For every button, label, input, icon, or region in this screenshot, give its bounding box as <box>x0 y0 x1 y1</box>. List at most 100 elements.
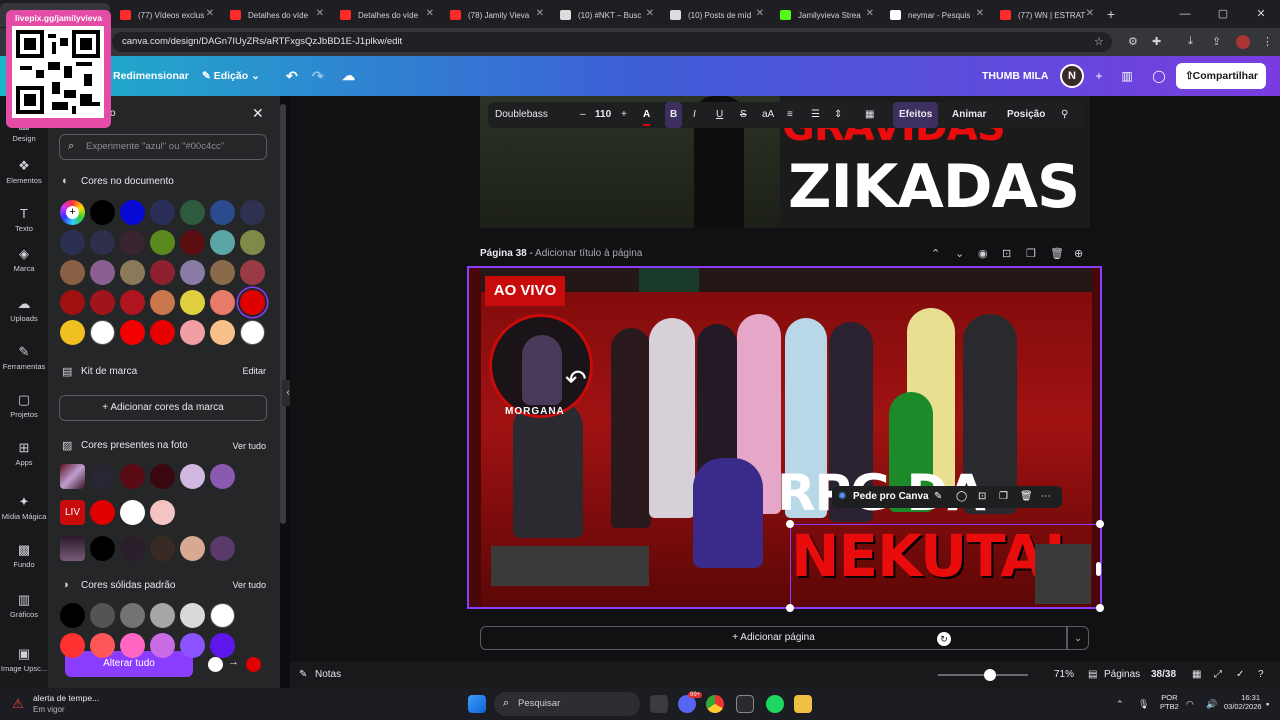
photo-color-swatch[interactable] <box>90 464 115 489</box>
chrome-icon[interactable] <box>706 695 724 713</box>
solid-color-swatch[interactable] <box>60 633 85 658</box>
wifi-icon[interactable]: ◠ <box>1186 688 1194 720</box>
hide-page-icon[interactable]: ◉ <box>978 247 988 260</box>
solid-color-swatch[interactable] <box>210 603 235 628</box>
document-color-swatch[interactable] <box>150 230 175 255</box>
grid-view-icon[interactable]: ▦ <box>1192 662 1201 688</box>
photo-color-swatch[interactable] <box>120 464 145 489</box>
document-color-swatch[interactable] <box>240 260 265 285</box>
help-icon[interactable]: ? <box>1258 662 1264 688</box>
puzzle-icon[interactable]: ✚ <box>1152 35 1161 48</box>
document-color-swatch[interactable] <box>90 230 115 255</box>
rail-item[interactable]: ⊞ Apps <box>0 440 48 467</box>
browser-tab[interactable]: Detalhes do víde ✕ <box>330 3 440 27</box>
text-color-icon[interactable]: A <box>643 104 651 126</box>
tab-close-icon[interactable]: ✕ <box>1086 8 1094 19</box>
browser-tab[interactable]: (77) WN | ESTRAT ✕ <box>990 3 1100 27</box>
ask-canva-button[interactable]: Pede pro Canva <box>853 486 929 508</box>
rail-item[interactable]: ❖ Elementos <box>0 158 48 185</box>
more-options-icon[interactable]: ⋯ <box>1041 486 1051 508</box>
share-button[interactable]: ⇧ Compartilhar <box>1176 63 1266 89</box>
animate-button[interactable]: Animar <box>952 102 986 128</box>
refresh-icon[interactable]: ↻ <box>937 632 951 646</box>
browser-tab[interactable]: (10) Posts de míd ✕ <box>660 3 770 27</box>
copy-style-icon[interactable]: ⚲ <box>1061 102 1068 128</box>
list-icon[interactable]: ☰ <box>811 102 820 128</box>
solid-color-swatch[interactable] <box>90 633 115 658</box>
rail-item[interactable]: ◈ Marca <box>0 246 48 273</box>
document-color-swatch[interactable] <box>240 200 265 225</box>
document-color-swatch[interactable] <box>210 290 235 315</box>
redo-icon[interactable]: ↷ <box>312 56 324 96</box>
underline-icon[interactable]: U <box>716 102 723 128</box>
rail-item[interactable]: ▩ Fundo <box>0 542 48 569</box>
clock[interactable]: 16:31 03/02/2026 <box>1224 693 1262 711</box>
photo-color-swatch[interactable] <box>90 536 115 561</box>
text-selection-box[interactable] <box>790 524 1101 609</box>
strikethrough-icon[interactable]: S <box>740 102 747 128</box>
language-indicator[interactable]: POR PTB2 <box>1160 693 1179 711</box>
add-page-dropdown[interactable]: ⌄ <box>1067 626 1089 650</box>
morgana-label[interactable]: MORGANA <box>505 406 565 417</box>
lock-icon[interactable]: ⊡ <box>1002 247 1011 260</box>
solid-color-swatch[interactable] <box>90 603 115 628</box>
tab-close-icon[interactable]: ✕ <box>206 8 214 19</box>
document-color-swatch[interactable] <box>210 200 235 225</box>
delete-page-icon[interactable]: 🗑 <box>1050 247 1064 260</box>
undo-icon[interactable]: ↶ <box>286 56 298 96</box>
browser-tab[interactable]: Jamilyvieva Strea ✕ <box>770 3 880 27</box>
microphone-icon[interactable]: 🎙 <box>1138 688 1149 720</box>
page-37-title[interactable]: ZIKADAS <box>788 152 1080 222</box>
solid-color-swatch[interactable] <box>120 633 145 658</box>
delete-icon[interactable]: 🗑 <box>1020 486 1033 508</box>
resize-handle[interactable] <box>786 520 794 528</box>
document-color-swatch[interactable] <box>180 290 205 315</box>
tab-close-icon[interactable]: ✕ <box>426 8 434 19</box>
document-color-swatch[interactable] <box>120 320 145 345</box>
rail-item[interactable]: ✎ Ferramentas <box>0 344 48 371</box>
chevron-down-icon[interactable]: ⌄ <box>955 247 964 260</box>
align-icon[interactable]: ≡ <box>787 102 793 128</box>
magic-edit-icon[interactable]: ✎ <box>934 486 942 508</box>
photo-thumbnail[interactable] <box>60 464 85 489</box>
zoom-value[interactable]: 71% <box>1054 662 1074 688</box>
page-title-input[interactable]: Adicionar título à página <box>535 248 642 259</box>
document-color-swatch[interactable] <box>150 200 175 225</box>
browser-tab[interactable]: (77) Vídeos exclus ✕ <box>110 3 220 27</box>
lock-icon[interactable]: ⊡ <box>978 486 986 508</box>
spotify-icon[interactable] <box>766 695 784 713</box>
notes-icon[interactable]: ✎ <box>299 662 307 688</box>
position-button[interactable]: Posição <box>1007 102 1045 128</box>
document-color-swatch[interactable] <box>120 290 145 315</box>
resize-button[interactable]: Redimensionar <box>113 56 189 96</box>
page-counter[interactable]: 38/38 <box>1151 662 1176 688</box>
photo-color-swatch[interactable] <box>150 464 175 489</box>
bookmark-star-icon[interactable]: ☆ <box>1094 35 1104 48</box>
document-color-swatch[interactable] <box>60 230 85 255</box>
browser-tab[interactable]: (10) #NKT – Busc ✕ <box>550 3 660 27</box>
effects-button[interactable]: Efeitos <box>893 102 939 128</box>
photo-color-swatch[interactable] <box>150 536 175 561</box>
tab-close-icon[interactable]: ✕ <box>316 8 324 19</box>
solid-color-swatch[interactable] <box>210 633 235 658</box>
solid-color-swatch[interactable] <box>180 633 205 658</box>
obs-icon[interactable] <box>736 695 754 713</box>
rail-item[interactable]: T Texto <box>0 206 48 233</box>
document-color-swatch[interactable] <box>240 230 265 255</box>
add-page-icon[interactable]: ⊕ <box>1074 247 1083 260</box>
document-color-swatch[interactable] <box>240 290 265 315</box>
document-color-swatch[interactable] <box>180 260 205 285</box>
windows-start-icon[interactable] <box>468 695 486 713</box>
letter-case-icon[interactable]: aA <box>762 102 774 128</box>
add-color-button[interactable]: + <box>60 200 85 225</box>
document-color-swatch[interactable] <box>180 230 205 255</box>
document-color-swatch[interactable] <box>60 320 85 345</box>
document-color-swatch[interactable] <box>90 290 115 315</box>
solid-color-swatch[interactable] <box>60 603 85 628</box>
fullscreen-icon[interactable]: ⤢ <box>1214 662 1222 688</box>
spacing-icon[interactable]: ⇕ <box>834 102 842 128</box>
resize-handle[interactable] <box>1096 562 1101 576</box>
extension-icon[interactable]: ⚙ <box>1128 35 1138 48</box>
task-view-icon[interactable] <box>650 695 668 713</box>
document-color-swatch[interactable] <box>150 290 175 315</box>
